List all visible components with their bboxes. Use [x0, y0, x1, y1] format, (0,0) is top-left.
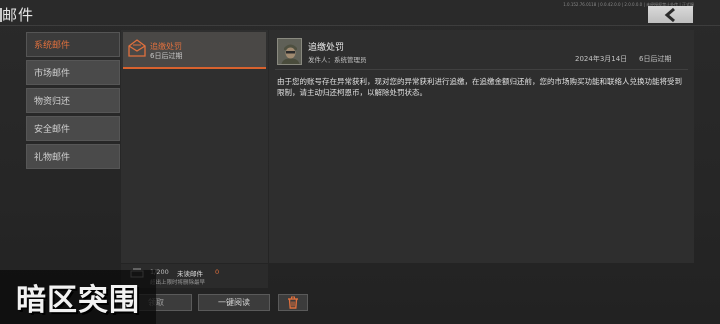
mail-body: 由于您的账号存在异常获利，现对您的异常获利进行追缴，在追缴金额归还前，您的市场购…	[277, 77, 682, 97]
game-logo-watermark: 暗区突围	[0, 270, 156, 324]
watermark-text: 暗区突围	[16, 283, 140, 318]
mail-expiry: 6日后过期	[639, 55, 672, 63]
read-all-button[interactable]: 一键阅读	[198, 294, 270, 311]
mail-subject: 追缴处罚	[308, 43, 345, 53]
sidebar-item-label: 礼物邮件	[34, 153, 71, 163]
unread-label: 未读邮件	[177, 270, 203, 278]
unread-count: 0	[215, 268, 220, 276]
sidebar-item-market-mail[interactable]: 市场邮件	[26, 60, 120, 85]
sidebar-item-label: 市场邮件	[34, 69, 71, 79]
mail-item-expiry: 6日后过期	[150, 52, 183, 60]
mail-detail-panel: 追缴处罚 发件人： 系统管理员 2024年3月14日 6日后过期 由于您的账号存…	[269, 30, 694, 263]
selected-indicator	[123, 67, 266, 69]
mail-list-item[interactable]: 追缴处罚 6日后过期	[123, 32, 266, 67]
sender-avatar	[277, 38, 302, 65]
mail-date: 2024年3月14日	[575, 55, 628, 63]
read-all-label: 一键阅读	[218, 298, 250, 307]
page-title: 邮件	[2, 6, 35, 24]
sender-name: 系统管理员	[334, 56, 367, 64]
trash-icon	[288, 296, 298, 309]
capacity-note: 超出上限时将删除最早	[150, 280, 206, 286]
sidebar-item-label: 物资归还	[34, 97, 71, 107]
back-button[interactable]	[648, 6, 693, 23]
detail-divider	[275, 69, 688, 70]
soldier-avatar-icon	[278, 39, 301, 64]
delete-button[interactable]	[278, 294, 308, 311]
envelope-icon	[128, 39, 146, 57]
sidebar-item-system-mail[interactable]: 系统邮件	[26, 32, 120, 57]
sidebar-item-label: 系统邮件	[34, 41, 71, 51]
chevron-left-icon	[664, 7, 675, 22]
sender-label: 发件人：	[308, 56, 334, 64]
sidebar-item-security-mail[interactable]: 安全邮件	[26, 116, 120, 141]
mail-list: 追缴处罚 6日后过期	[121, 30, 268, 263]
header-divider	[0, 25, 720, 26]
sidebar-item-label: 安全邮件	[34, 125, 71, 135]
sidebar-item-gift-mail[interactable]: 礼物邮件	[26, 144, 120, 169]
sidebar-item-supply-return[interactable]: 物资归还	[26, 88, 120, 113]
